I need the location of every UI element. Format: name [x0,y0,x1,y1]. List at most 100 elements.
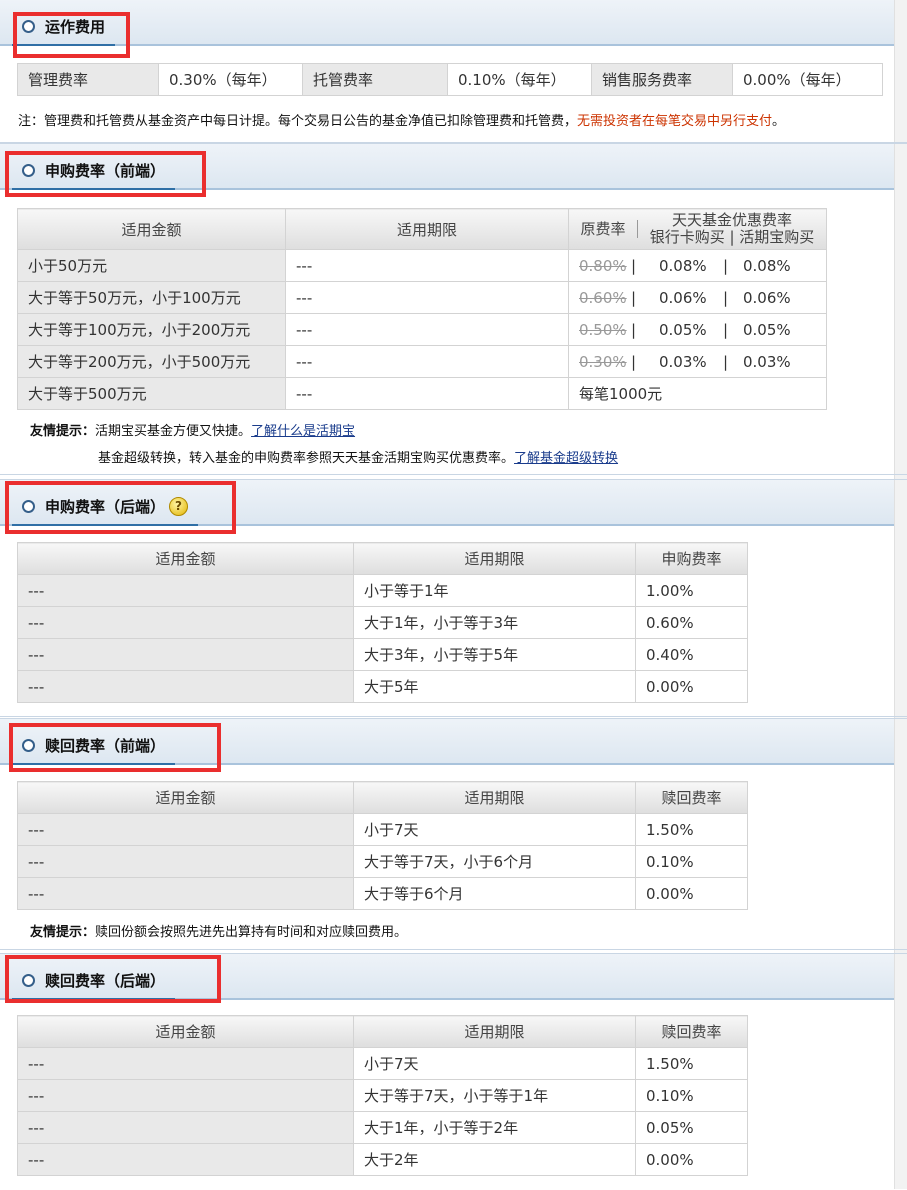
rate-cell: 0.10% [635,1079,748,1112]
table-row: 大于等于50万元，小于100万元 --- 0.60% | 0.06% | 0.06% [17,281,827,314]
highlight-box [5,481,236,534]
note-suffix: 。 [772,114,786,129]
table-row: 大于等于200万元，小于500万元 --- 0.30% | 0.03% | 0.03% [17,345,827,378]
header-rate: 赎回费率 [635,1015,748,1048]
table-header-row: 适用金额 适用期限 申购费率 [17,542,748,575]
tip-text: 赎回份额会按照先进先出算持有时间和对应赎回费用。 [95,925,408,940]
fixed-fee-cell: 每笔1000元 [568,377,827,410]
table-header-row: 适用金额 适用期限 赎回费率 [17,1015,748,1048]
table-row: --- 小于等于1年 1.00% [17,574,748,607]
header-period: 适用期限 [353,1015,636,1048]
period-cell: 小于7天 [353,1047,636,1080]
table-header-row: 适用金额 适用期限 原费率 天天基金优惠费率 银行卡购买 | 活期宝购买 [17,208,827,250]
header-amount: 适用金额 [17,781,354,814]
redeem-tip: 友情提示：赎回份额会按照先进先出算持有时间和对应赎回费用。 [30,921,407,940]
period-cell: 大于等于7天，小于6个月 [353,845,636,878]
table-row: --- 小于7天 1.50% [17,813,748,846]
rate-cell: 0.05% [635,1111,748,1144]
operating-fee-table: 管理费率 0.30%（每年） 托管费率 0.10%（每年） 销售服务费率 0.0… [17,63,883,96]
table-row: --- 大于3年，小于等于5年 0.40% [17,638,748,671]
purchase-back-table: 适用金额 适用期限 申购费率 --- 小于等于1年 1.00% --- 大于1年，小于… [17,542,748,703]
amount-cell: 大于等于200万元，小于500万元 [17,345,286,378]
period-cell: --- [285,249,569,282]
amount-cell: 大于等于100万元，小于200万元 [17,313,286,346]
table-row: --- 大于等于7天，小于等于1年 0.10% [17,1079,748,1112]
table-row: 小于50万元 --- 0.80% | 0.08% | 0.08% [17,249,827,282]
rate-cell: 0.60% | 0.06% | 0.06% [568,281,827,314]
bank-rate: 0.03% [659,352,707,371]
table-row: --- 大于等于6个月 0.00% [17,877,748,910]
period-cell: 大于3年，小于等于5年 [353,638,636,671]
table-row: --- 小于7天 1.50% [17,1047,748,1080]
bank-rate: 0.05% [659,320,707,339]
amount-cell: --- [17,1047,354,1080]
rate-cell: 0.00% [635,670,748,703]
section-operating-fees: 运作费用 管理费率 0.30%（每年） 托管费率 0.10%（每年） 销售服务费… [0,0,907,143]
period-cell: 小于7天 [353,813,636,846]
hqb-rate: 0.08% [743,256,791,275]
period-cell: --- [285,313,569,346]
header-period: 适用期限 [353,542,636,575]
rate-cell: 0.00% [635,1143,748,1176]
period-cell: 大于等于7天，小于等于1年 [353,1079,636,1112]
highlight-box [5,955,221,1003]
hqb-rate: 0.03% [743,352,791,371]
highlight-box [5,151,206,197]
period-cell: --- [285,377,569,410]
operating-fee-note: 注：管理费和托管费从基金资产中每日计提。每个交易日公告的基金净值已扣除管理费和托… [18,110,785,129]
amount-cell: 大于等于500万元 [17,377,286,410]
amount-cell: --- [17,1143,354,1176]
orig-rate: 0.50% [579,320,627,339]
amount-cell: --- [17,606,354,639]
period-cell: 大于1年，小于等于2年 [353,1111,636,1144]
amount-cell: --- [17,574,354,607]
purchase-tip-2: 基金超级转换，转入基金的申购费率参照天天基金活期宝购买优惠费率。了解基金超级转换 [98,447,618,466]
table-row: 大于等于500万元 --- 每笔1000元 [17,377,827,410]
table-row: --- 大于2年 0.00% [17,1143,748,1176]
amount-cell: --- [17,670,354,703]
custody-fee-label: 托管费率 [302,63,448,96]
highlight-box [9,723,221,772]
tip-label: 友情提示： [30,424,96,439]
header-period: 适用期限 [353,781,636,814]
header-huoqibao: 活期宝购买 [739,228,815,246]
highlight-box [13,12,130,58]
redeem-back-table: 适用金额 适用期限 赎回费率 --- 小于7天 1.50% --- 大于等于7天，小于… [17,1015,748,1176]
redeem-front-table: 适用金额 适用期限 赎回费率 --- 小于7天 1.50% --- 大于等于7天，小于… [17,781,748,910]
header-rate: 申购费率 [635,542,748,575]
service-fee-value: 0.00%（每年） [732,63,883,96]
section-header: 运作费用 [0,0,894,46]
period-cell: 大于2年 [353,1143,636,1176]
amount-cell: 大于等于50万元，小于100万元 [17,281,286,314]
bank-rate: 0.06% [659,288,707,307]
header-bank-card: 银行卡购买 [649,228,725,246]
period-cell: 大于1年，小于等于3年 [353,606,636,639]
mgmt-fee-label: 管理费率 [17,63,159,96]
table-header-row: 适用金额 适用期限 赎回费率 [17,781,748,814]
header-amount: 适用金额 [17,542,354,575]
what-is-huoqibao-link[interactable]: 了解什么是活期宝 [251,424,355,439]
rate-cell: 1.50% [635,813,748,846]
header-orig-rate: 原费率 [569,220,638,238]
header-rate: 赎回费率 [635,781,748,814]
hqb-rate: 0.05% [743,320,791,339]
rate-cell: 0.80% | 0.08% | 0.08% [568,249,827,282]
period-cell: 小于等于1年 [353,574,636,607]
amount-cell: --- [17,813,354,846]
service-fee-label: 销售服务费率 [591,63,733,96]
rate-cell: 0.10% [635,845,748,878]
amount-cell: --- [17,638,354,671]
period-cell: --- [285,281,569,314]
rate-cell: 0.60% [635,606,748,639]
header-amount: 适用金额 [17,208,286,250]
orig-rate: 0.30% [579,352,627,371]
hqb-rate: 0.06% [743,288,791,307]
rate-cell: 0.30% | 0.03% | 0.03% [568,345,827,378]
table-row: 管理费率 0.30%（每年） 托管费率 0.10%（每年） 销售服务费率 0.0… [17,63,883,96]
table-row: --- 大于5年 0.00% [17,670,748,703]
header-rates: 原费率 天天基金优惠费率 银行卡购买 | 活期宝购买 [568,208,827,250]
mgmt-fee-value: 0.30%（每年） [158,63,303,96]
period-cell: 大于5年 [353,670,636,703]
tip-text: 活期宝买基金方便又快捷。 [95,424,252,439]
super-conversion-link[interactable]: 了解基金超级转换 [514,451,618,466]
